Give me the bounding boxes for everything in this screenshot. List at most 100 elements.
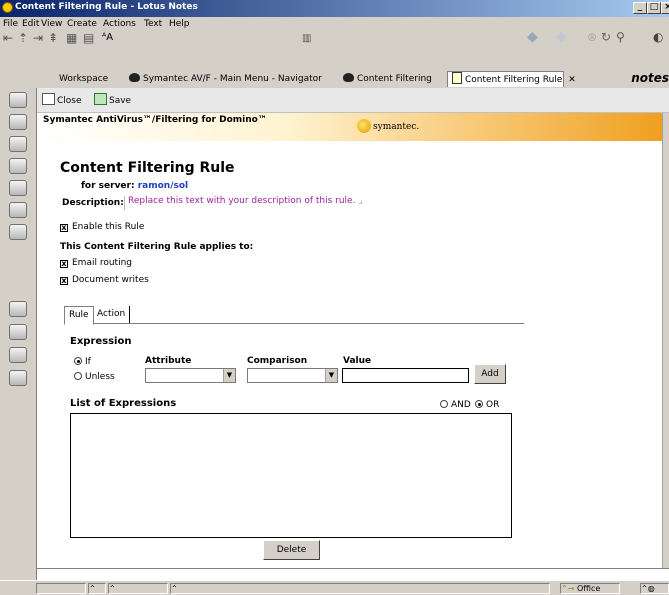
replication-status[interactable]: ⌃◍ (640, 583, 669, 594)
and-label: AND (451, 400, 471, 410)
status-cell-3[interactable]: ⌃ (108, 583, 168, 594)
tab-navigator-label: Symantec AV/F - Main Menu - Navigator (143, 74, 322, 84)
brand-label: symantec. (373, 122, 420, 132)
email-routing-check: x (60, 259, 68, 268)
menu-edit[interactable]: Edit (22, 19, 39, 29)
comparison-select[interactable]: ▼ (247, 368, 338, 383)
menu-create[interactable]: Create (67, 19, 97, 29)
help-icon[interactable] (9, 301, 27, 317)
tab-content-filtering[interactable]: Content Filtering (343, 71, 432, 87)
location-selector[interactable]: ⌃⊸ Office (560, 583, 620, 594)
document-bottom (37, 568, 669, 580)
if-radio[interactable]: If (74, 357, 91, 367)
form-title: Content Filtering Rule (60, 160, 235, 176)
menu-text[interactable]: Text (144, 19, 162, 29)
document-tab-icon (452, 72, 462, 84)
status-cell-1[interactable] (36, 583, 86, 594)
address-book-icon[interactable] (9, 136, 27, 152)
tab-content-filtering-label: Content Filtering (357, 74, 432, 84)
server-label: for server: (81, 181, 135, 191)
description-value: Replace this text with your description … (128, 196, 356, 206)
vertical-scrollbar[interactable] (662, 113, 669, 568)
ruler-icon[interactable]: ▥ (302, 33, 311, 44)
notes-logo: notes (631, 71, 669, 85)
enable-rule-check: x (60, 223, 68, 232)
symantec-tab-icon (343, 73, 354, 82)
indent-up-icon[interactable]: ⇡ (18, 31, 28, 45)
enable-rule-checkbox[interactable]: x Enable this Rule (60, 222, 144, 232)
close-window-button[interactable]: × (661, 2, 669, 14)
product-banner: Symantec AntiVirus™/Filtering for Domino… (37, 113, 662, 141)
refresh-icon[interactable]: ↻ (601, 30, 611, 44)
document-writes-check: x (60, 276, 68, 285)
close-button[interactable]: Close (42, 93, 82, 108)
calendar-icon[interactable] (9, 180, 27, 196)
table-icon[interactable]: ▦ (66, 31, 77, 45)
search-icon[interactable]: ⚲ (616, 30, 625, 44)
indent-icon[interactable]: ⇞ (48, 31, 58, 45)
tab-rule[interactable]: Rule (64, 306, 94, 325)
outdent-icon[interactable]: ⇥ (33, 31, 43, 45)
folder-icon[interactable] (9, 347, 27, 363)
forward-icon[interactable]: ◆ (556, 29, 567, 45)
replicator-icon[interactable] (9, 114, 27, 130)
bookmark-bar (0, 88, 37, 580)
description-field[interactable]: Replace this text with your description … (124, 196, 363, 210)
title-bar: Content Filtering Rule - Lotus Notes _ □… (0, 0, 669, 17)
chevron-down-icon[interactable]: ▼ (325, 369, 337, 382)
product-name: Symantec AntiVirus™/Filtering for Domino… (43, 115, 267, 125)
unless-radio-dot (74, 372, 82, 380)
menu-file[interactable]: File (3, 19, 18, 29)
save-button[interactable]: Save (94, 93, 131, 108)
document-writes-checkbox[interactable]: x Document writes (60, 275, 149, 285)
menu-help[interactable]: Help (169, 19, 190, 29)
todo-icon[interactable] (9, 158, 27, 174)
window-tabs: Workspace Symantec AV/F - Main Menu - Na… (0, 69, 669, 88)
menu-actions[interactable]: Actions (103, 19, 136, 29)
or-label: OR (486, 400, 500, 410)
style-icon[interactable]: ▤ (83, 31, 94, 45)
maximize-button[interactable]: □ (647, 2, 661, 14)
chevron-down-icon[interactable]: ▼ (223, 369, 235, 382)
delete-button[interactable]: Delete (263, 540, 320, 560)
scroll-thumb[interactable] (663, 113, 669, 568)
bookmarks-icon[interactable] (9, 202, 27, 218)
value-input[interactable] (342, 368, 469, 383)
databases-icon[interactable] (9, 324, 27, 340)
applies-heading: This Content Filtering Rule applies to: (60, 242, 254, 252)
status-message: ⌃ (170, 583, 550, 594)
font-size-icon[interactable]: ᴬA (102, 32, 113, 43)
email-routing-label: Email routing (72, 258, 132, 268)
menu-view[interactable]: View (41, 19, 62, 29)
save-icon (94, 93, 107, 105)
stop-icon[interactable]: ⊗ (587, 30, 597, 44)
close-tab-icon[interactable]: ✕ (568, 75, 576, 85)
and-radio[interactable]: AND (440, 400, 471, 410)
back-icon[interactable]: ◆ (527, 29, 538, 45)
tab-navigator[interactable]: Symantec AV/F - Main Menu - Navigator (129, 71, 322, 87)
web-browser-icon[interactable] (9, 224, 27, 240)
symantec-tab-icon (129, 73, 140, 82)
indent-out-icon[interactable]: ⇤ (3, 31, 13, 45)
attribute-select[interactable]: ▼ (145, 368, 236, 383)
symantec-brand: symantec. (357, 119, 420, 133)
tab-workspace[interactable]: Workspace (59, 71, 108, 87)
or-radio[interactable]: OR (475, 400, 499, 410)
and-radio-dot (440, 400, 448, 408)
open-icon[interactable]: ◐ (653, 30, 663, 44)
lotus-notes-app-icon[interactable] (2, 2, 13, 13)
minimize-button[interactable]: _ (633, 2, 647, 14)
action-bar: Close Save (37, 88, 669, 113)
tab-content-filtering-rule[interactable]: Content Filtering Rule ✕ (447, 71, 576, 87)
status-cell-2[interactable]: ⌃ (88, 583, 106, 594)
mail-icon[interactable] (9, 92, 27, 108)
tab-action[interactable]: Action (93, 306, 131, 323)
email-routing-checkbox[interactable]: x Email routing (60, 258, 132, 268)
toolbar: ⇤ ⇡ ⇥ ⇞ ▦ ▤ ᴬA ▥ ◆ ◆ ⊗ ↻ ⚲ ◐ (0, 29, 669, 69)
recycle-icon[interactable] (9, 370, 27, 386)
enable-rule-label: Enable this Rule (72, 222, 145, 232)
unless-radio[interactable]: Unless (74, 372, 115, 382)
add-button[interactable]: Add (474, 364, 506, 384)
server-value: ramon/sol (137, 181, 189, 191)
expressions-list[interactable] (70, 413, 512, 538)
